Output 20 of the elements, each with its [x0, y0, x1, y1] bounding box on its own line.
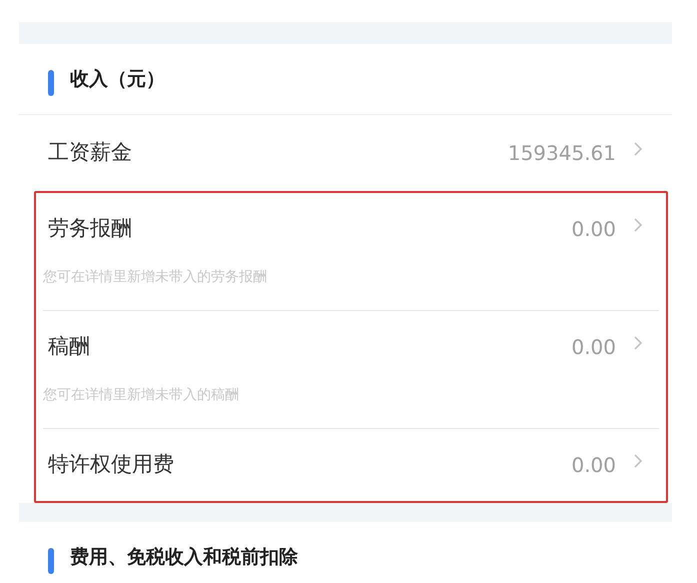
accent-bar — [48, 70, 54, 96]
income-row[interactable]: 劳务报酬 0.00 — [36, 193, 666, 265]
row-value: 0.00 — [571, 452, 616, 479]
row-value: 159345.61 — [508, 140, 616, 167]
income-row[interactable]: 稿酬 0.00 — [36, 311, 666, 383]
row-value: 0.00 — [571, 216, 616, 243]
section-title: 费用、免税收入和税前扣除 — [70, 544, 298, 570]
chevron-icon — [634, 336, 642, 350]
row-value: 0.00 — [571, 334, 616, 361]
row-label: 稿酬 — [48, 333, 91, 360]
row-label: 工资薪金 — [48, 139, 133, 166]
row-label: 特许权使用费 — [48, 451, 175, 478]
income-row[interactable]: 特许权使用费 0.00 — [36, 429, 666, 501]
row-label: 劳务报酬 — [48, 215, 133, 242]
chevron-icon — [634, 218, 642, 232]
section-title: 收入（元） — [70, 66, 165, 92]
chevron-icon — [634, 142, 642, 156]
accent-bar — [48, 548, 54, 574]
chevron-icon — [634, 454, 642, 468]
income-row[interactable]: 工资薪金 159345.61 — [36, 117, 666, 189]
